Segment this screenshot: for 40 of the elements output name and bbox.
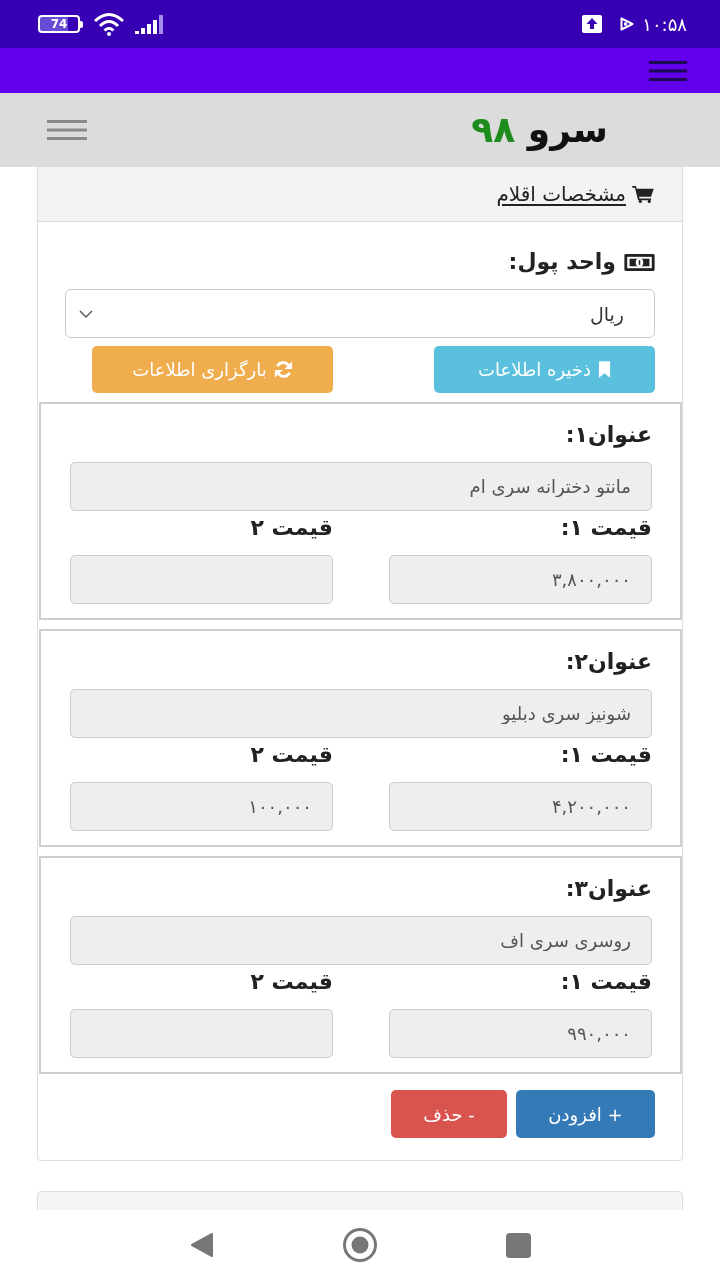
price-field[interactable]: ۱۰۰,۰۰۰ — [70, 782, 333, 831]
chevron-icon — [79, 309, 93, 318]
add-button[interactable]: + افزودن — [516, 1090, 655, 1138]
currency-label: واحد پول: — [508, 248, 616, 277]
price-label: قیمت ۲ — [249, 514, 333, 542]
bookmark-icon — [597, 361, 611, 378]
battery-indicator: 74 — [38, 15, 83, 33]
refresh-icon — [273, 360, 293, 379]
menu-icon[interactable] — [649, 60, 687, 81]
title-label: عنوان۳: — [564, 875, 652, 904]
price-field[interactable]: ۳,۸۰۰,۰۰۰ — [389, 555, 652, 604]
price-label: قیمت ۲ — [249, 741, 333, 769]
menu-icon[interactable] — [47, 120, 87, 140]
currency-select[interactable]: ریال — [65, 289, 655, 338]
delete-button[interactable]: - حذف — [391, 1090, 507, 1138]
brand-title: سرو ۹۸ — [471, 108, 608, 152]
title-label: عنوان۲: — [564, 648, 652, 677]
recents-icon[interactable] — [505, 1232, 531, 1258]
wifi-icon — [93, 12, 125, 36]
title-field[interactable]: مانتو دخترانه سری ام — [70, 462, 652, 511]
price-label: قیمت ۱: — [559, 741, 652, 769]
upload-icon — [582, 15, 603, 33]
title-field[interactable]: شونیز سری دبلیو — [70, 689, 652, 738]
banknote-icon — [624, 253, 655, 271]
price-label: قیمت ۱: — [559, 968, 652, 996]
price-field[interactable]: ۹۹۰,۰۰۰ — [389, 1009, 652, 1058]
title-field[interactable]: روسری سری اف — [70, 916, 652, 965]
cart-icon — [632, 185, 654, 203]
signal-icon — [135, 14, 165, 34]
price-field[interactable] — [70, 555, 333, 604]
price-label: قیمت ۲ — [249, 968, 333, 996]
play-icon — [620, 17, 635, 31]
status-time: ۱۰:۵۸ — [642, 13, 687, 35]
back-icon[interactable] — [189, 1232, 215, 1258]
price-field[interactable] — [70, 1009, 333, 1058]
title-label: عنوان۱: — [564, 421, 652, 450]
price-field[interactable]: ۴,۲۰۰,۰۰۰ — [389, 782, 652, 831]
home-icon[interactable] — [342, 1227, 378, 1263]
section-title-link[interactable]: مشخصات اقلام — [496, 182, 654, 206]
price-label: قیمت ۱: — [559, 514, 652, 542]
